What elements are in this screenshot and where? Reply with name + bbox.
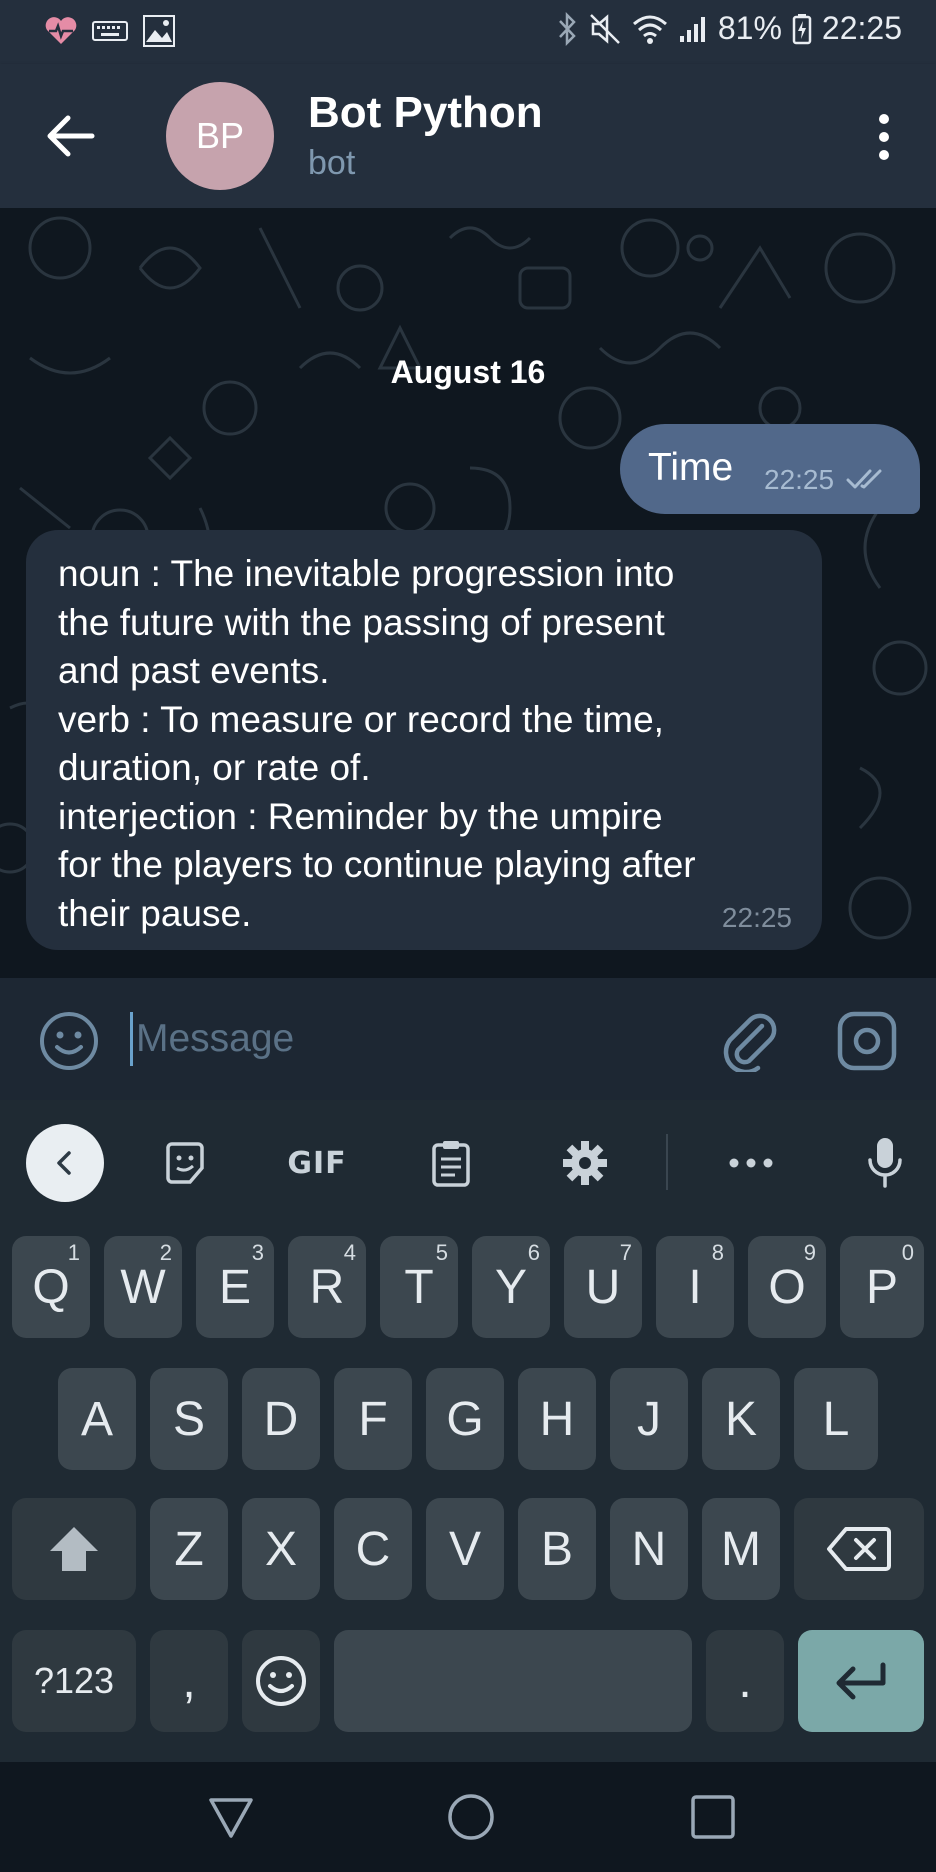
space-key[interactable] <box>334 1630 692 1732</box>
key-y[interactable]: Y6 <box>472 1236 550 1338</box>
key-u[interactable]: U7 <box>564 1236 642 1338</box>
key-o[interactable]: O9 <box>748 1236 826 1338</box>
gif-icon[interactable]: GIF <box>286 1138 348 1188</box>
emoji-icon[interactable] <box>38 1010 100 1072</box>
key-g[interactable]: G <box>426 1368 504 1470</box>
incoming-message[interactable]: noun : The inevitable progression into t… <box>26 530 822 950</box>
key-v[interactable]: V <box>426 1498 504 1600</box>
comma-key[interactable]: , <box>150 1630 228 1732</box>
key-f[interactable]: F <box>334 1368 412 1470</box>
bluetooth-icon <box>556 11 578 46</box>
key-a[interactable]: A <box>58 1368 136 1470</box>
back-triangle-icon[interactable] <box>206 1792 256 1842</box>
emoji-key[interactable] <box>242 1630 320 1732</box>
heart-monitor-icon <box>44 16 78 46</box>
clock: 22:25 <box>821 10 902 46</box>
battery-charging-icon <box>792 13 812 45</box>
key-p[interactable]: P0 <box>840 1236 924 1338</box>
sticker-icon[interactable] <box>160 1138 210 1188</box>
key-w[interactable]: W2 <box>104 1236 182 1338</box>
chat-title[interactable]: Bot Python <box>308 88 543 138</box>
status-bar: 81% 22:25 <box>0 0 936 64</box>
key-j[interactable]: J <box>610 1368 688 1470</box>
back-arrow-icon[interactable] <box>42 108 102 164</box>
emoji-icon <box>256 1656 306 1706</box>
text-cursor <box>130 1012 133 1066</box>
message-composer <box>0 978 936 1100</box>
home-circle-icon[interactable] <box>446 1792 496 1842</box>
enter-icon <box>836 1662 886 1700</box>
outgoing-message[interactable]: Time 22:25 <box>620 424 920 514</box>
recents-square-icon[interactable] <box>688 1792 738 1842</box>
settings-icon[interactable] <box>560 1138 610 1188</box>
backspace-icon <box>827 1527 891 1571</box>
soft-keyboard: GIF Q1 W2 E3 R4 T5 Y6 U7 I8 O9 P0 A S D … <box>0 1100 936 1762</box>
message-text: Time <box>648 446 734 489</box>
key-t[interactable]: T5 <box>380 1236 458 1338</box>
signal-icon <box>678 14 708 44</box>
message-input[interactable] <box>134 1008 698 1070</box>
key-l[interactable]: L <box>794 1368 878 1470</box>
key-z[interactable]: Z <box>150 1498 228 1600</box>
camera-icon[interactable] <box>836 1010 898 1072</box>
shift-icon <box>50 1527 98 1571</box>
wifi-icon <box>632 13 668 45</box>
message-text: noun : The inevitable progression into t… <box>58 553 696 934</box>
key-d[interactable]: D <box>242 1368 320 1470</box>
mute-icon <box>588 12 622 46</box>
key-e[interactable]: E3 <box>196 1236 274 1338</box>
key-m[interactable]: M <box>702 1498 780 1600</box>
double-check-icon <box>846 469 882 489</box>
chat-area[interactable]: August 16 Time 22:25 noun : The inevitab… <box>0 208 936 978</box>
clipboard-icon[interactable] <box>426 1138 476 1188</box>
key-c[interactable]: C <box>334 1498 412 1600</box>
shift-key[interactable] <box>12 1498 136 1600</box>
message-time: 22:25 <box>764 464 835 495</box>
battery-percent: 81% <box>717 10 782 46</box>
image-icon <box>142 14 176 48</box>
keyboard-icon <box>92 19 128 43</box>
period-key[interactable]: . <box>706 1630 784 1732</box>
keyboard-toolbar: GIF <box>0 1100 936 1220</box>
backspace-key[interactable] <box>794 1498 924 1600</box>
enter-key[interactable] <box>798 1630 924 1732</box>
symbols-key[interactable]: ?123 <box>12 1630 136 1732</box>
key-x[interactable]: X <box>242 1498 320 1600</box>
key-q[interactable]: Q1 <box>12 1236 90 1338</box>
key-k[interactable]: K <box>702 1368 780 1470</box>
more-icon[interactable] <box>726 1138 776 1188</box>
key-h[interactable]: H <box>518 1368 596 1470</box>
key-b[interactable]: B <box>518 1498 596 1600</box>
key-s[interactable]: S <box>150 1368 228 1470</box>
mic-icon[interactable] <box>860 1138 910 1188</box>
collapse-icon[interactable] <box>26 1124 104 1202</box>
key-i[interactable]: I8 <box>656 1236 734 1338</box>
key-r[interactable]: R4 <box>288 1236 366 1338</box>
more-vert-icon[interactable] <box>876 112 892 162</box>
key-n[interactable]: N <box>610 1498 688 1600</box>
toolbar-divider <box>666 1134 668 1190</box>
system-nav-bar <box>0 1762 936 1872</box>
message-time: 22:25 <box>721 902 792 933</box>
chat-header: BP Bot Python bot <box>0 64 936 208</box>
attach-paperclip-icon[interactable] <box>718 1008 782 1075</box>
avatar[interactable]: BP <box>166 82 274 190</box>
chat-subtitle: bot <box>308 144 356 182</box>
date-separator: August 16 <box>390 354 546 390</box>
